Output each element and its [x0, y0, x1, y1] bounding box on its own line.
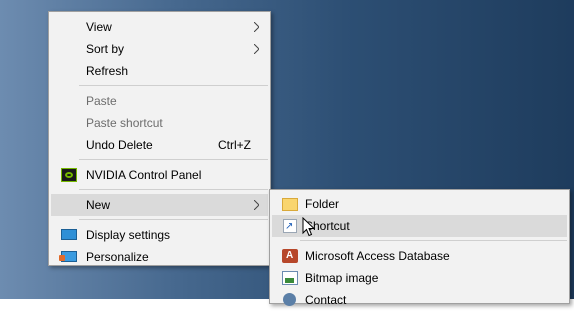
menu-item-label: Undo Delete: [86, 138, 153, 152]
submenu-item-access-database[interactable]: Microsoft Access Database: [272, 245, 567, 267]
menu-item-label: Paste shortcut: [86, 116, 163, 130]
menu-item-label: Microsoft Access Database: [305, 249, 450, 263]
submenu-item-shortcut[interactable]: Shortcut: [272, 215, 567, 238]
menu-separator: [300, 240, 567, 241]
shortcut-icon: [283, 216, 297, 238]
menu-separator: [79, 85, 268, 86]
menu-item-label: Paste: [86, 94, 117, 108]
keyboard-shortcut-label: Ctrl+Z: [218, 138, 251, 152]
menu-item-paste: Paste: [51, 90, 268, 112]
mouse-pointer-icon: [302, 217, 316, 237]
submenu-item-bitmap-image[interactable]: Bitmap image: [272, 267, 567, 289]
menu-item-nvidia-control-panel[interactable]: NVIDIA Control Panel: [51, 164, 268, 186]
bitmap-image-icon: [282, 271, 298, 285]
menu-item-display-settings[interactable]: Display settings: [51, 224, 268, 246]
menu-item-label: Refresh: [86, 64, 129, 78]
nvidia-icon: [61, 168, 77, 182]
submenu-arrow-icon: [254, 200, 259, 210]
menu-item-label: Sort by: [86, 42, 125, 56]
menu-item-view[interactable]: View: [51, 16, 268, 38]
menu-item-undo-delete[interactable]: Undo Delete Ctrl+Z: [51, 134, 268, 156]
menu-item-refresh[interactable]: Refresh: [51, 60, 268, 82]
menu-item-personalize[interactable]: Personalize: [51, 246, 268, 268]
submenu-item-contact[interactable]: Contact: [272, 289, 567, 311]
desktop-context-menu: View Sort by Refresh Paste Paste shortcu…: [48, 11, 271, 266]
menu-item-label: View: [86, 20, 112, 34]
personalize-icon: [59, 251, 77, 262]
menu-item-paste-shortcut: Paste shortcut: [51, 112, 268, 134]
submenu-arrow-icon: [254, 22, 259, 32]
display-icon: [61, 229, 77, 240]
menu-separator: [79, 159, 268, 160]
menu-separator: [79, 219, 268, 220]
new-submenu: Folder Shortcut Microsoft Access Databas…: [269, 189, 570, 307]
menu-item-label: Personalize: [86, 250, 149, 264]
menu-item-label: New: [86, 198, 111, 212]
menu-item-label: Folder: [305, 197, 340, 211]
menu-item-label: NVIDIA Control Panel: [86, 168, 202, 182]
access-database-icon: [282, 245, 298, 267]
menu-item-label: Bitmap image: [305, 271, 379, 285]
submenu-item-folder[interactable]: Folder: [272, 193, 567, 215]
menu-separator: [79, 189, 268, 190]
menu-item-new[interactable]: New: [51, 194, 268, 216]
menu-item-label: Contact: [305, 293, 347, 307]
menu-item-sort-by[interactable]: Sort by: [51, 38, 268, 60]
folder-icon: [282, 198, 298, 211]
contact-icon: [283, 293, 296, 306]
menu-item-label: Display settings: [86, 228, 171, 242]
submenu-arrow-icon: [254, 44, 259, 54]
